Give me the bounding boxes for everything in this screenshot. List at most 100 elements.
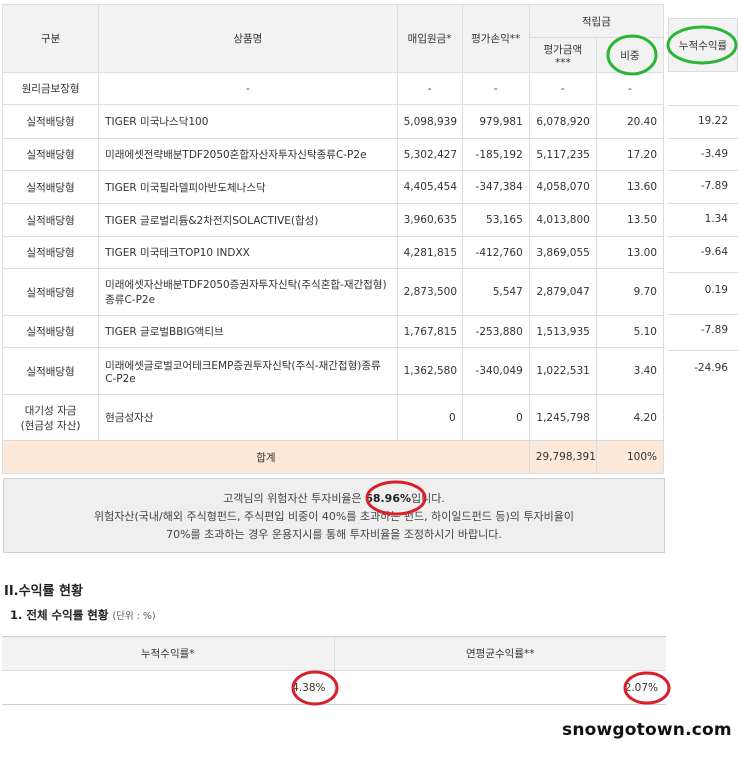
col-header-product: 상품명: [98, 4, 398, 73]
cell-product: 미래에셋전략배분TDF2050혼합자산자투자신탁종류C-P2e: [98, 138, 398, 171]
cell-product: TIGER 미국필라델피아반도체나스닥: [98, 170, 398, 204]
cell-purchase: 4,281,815: [396, 236, 463, 269]
cell-gain: 979,981: [461, 104, 530, 139]
cell-type: 원리금보장형: [1, 72, 100, 105]
cell-gain: -340,049: [461, 347, 530, 395]
table-row: 실적배당형 미래에셋자산배분TDF2050증권자투자신탁(주식혼합-재간접형)종…: [1, 268, 665, 316]
cell-type: 실적배당형: [1, 104, 100, 139]
cell-gain: 53,165: [461, 203, 530, 237]
cell-type-line1: 대기성 자금: [24, 404, 77, 417]
cell-product: 미래에셋글로벌코어테크EMP증권투자신탁(주식-재간접형)종류C-P2e: [98, 347, 398, 395]
cell-type: 실적배당형: [1, 315, 100, 348]
cell-product: -: [98, 72, 398, 105]
notice-line2: 위험자산(국내/해외 주식형펀드, 주식편입 비중이 40%를 초과하는 펀드,…: [94, 510, 574, 523]
cell-type: 실적배당형: [1, 268, 100, 316]
cum-return-cell: -9.64: [668, 236, 738, 266]
cell-product: TIGER 미국나스닥100: [98, 104, 398, 139]
notice-line1-after: 입니다.: [411, 492, 445, 505]
cell-eval-amount: 5,117,235: [528, 138, 597, 171]
annualized-return-value: 2.07%: [333, 670, 666, 705]
notice-line1: 고객님의 위험자산 투자비율은 68.96%입니다.: [4, 490, 664, 508]
cell-weight: 17.20: [595, 138, 665, 171]
table-row: 4.38% 2.07%: [2, 670, 666, 705]
cell-purchase: 1,767,815: [396, 315, 463, 348]
cell-gain: 5,547: [461, 268, 530, 316]
subsection-title: 1. 전체 수익률 현황 (단위 : %): [10, 607, 156, 623]
cell-gain: -: [461, 72, 530, 105]
cell-type: 실적배당형: [1, 138, 100, 171]
cell-purchase: -: [396, 72, 463, 105]
cell-weight: -: [595, 72, 665, 105]
cum-return-cell: 0.19: [668, 272, 738, 306]
cell-weight: 4.20: [595, 394, 665, 441]
cell-weight: 5.10: [595, 315, 665, 348]
cell-purchase: 5,098,939: [396, 104, 463, 139]
notice-line1-before: 고객님의 위험자산 투자비율은: [223, 492, 366, 505]
cum-return-cell: -3.49: [668, 138, 738, 168]
cell-product: TIGER 글로벌BBIG액티브: [98, 315, 398, 348]
col-header-gain: 평가손익**: [461, 4, 530, 73]
cell-purchase: 5,302,427: [396, 138, 463, 171]
cell-gain: -185,192: [461, 138, 530, 171]
total-label: 합계: [2, 440, 530, 474]
subsection-title-text: 1. 전체 수익률 현황: [10, 608, 109, 622]
cell-eval-amount: 3,869,055: [528, 236, 597, 269]
holdings-table: 구분 상품명 매입원금* 평가손익** 적립금 평가금액*** 비중 원리금보장…: [1, 4, 665, 474]
cell-weight: 13.00: [595, 236, 665, 269]
cell-eval-amount: 1,245,798: [528, 394, 597, 441]
cell-product: TIGER 미국테크TOP10 INDXX: [98, 236, 398, 269]
unit-label: (단위 : %): [112, 611, 156, 622]
table-row: 실적배당형 미래에셋전략배분TDF2050혼합자산자투자신탁종류C-P2e 5,…: [1, 138, 665, 171]
cell-eval-amount: 4,013,800: [528, 203, 597, 237]
risk-asset-notice: 고객님의 위험자산 투자비율은 68.96%입니다. 위험자산(국내/해외 주식…: [3, 478, 665, 553]
cell-weight: 3.40: [595, 347, 665, 395]
table-row-guaranteed: 원리금보장형 - - - - -: [1, 72, 665, 105]
cell-type: 실적배당형: [1, 347, 100, 395]
cell-eval-amount: 1,022,531: [528, 347, 597, 395]
notice-line3: 70%를 초과하는 경우 운용지시를 통해 투자비율을 조정하시기 바랍니다.: [166, 528, 502, 541]
cell-purchase: 0: [396, 394, 463, 441]
col-header-eval-amount: 평가금액***: [528, 37, 597, 73]
cell-type-line2: (현금성 자산): [20, 419, 81, 432]
cell-purchase: 2,873,500: [396, 268, 463, 316]
cell-eval-amount: 2,879,047: [528, 268, 597, 316]
cell-eval-amount: -: [528, 72, 597, 105]
col-header-cumulative: 누적수익률*: [2, 636, 334, 671]
cell-purchase: 3,960,635: [396, 203, 463, 237]
returns-table: 누적수익률* 연평균수익률** 4.38% 2.07%: [2, 636, 666, 705]
cell-type: 실적배당형: [1, 170, 100, 204]
cum-return-cell: -24.96: [668, 350, 738, 384]
table-row-cash: 대기성 자금 (현금성 자산) 현금성자산 0 0 1,245,798 4.20: [1, 394, 665, 441]
cell-type: 실적배당형: [1, 236, 100, 269]
cell-type: 실적배당형: [1, 203, 100, 237]
cell-purchase: 4,405,454: [396, 170, 463, 204]
cell-purchase: 1,362,580: [396, 347, 463, 395]
table-row: 실적배당형 TIGER 미국테크TOP10 INDXX 4,281,815 -4…: [1, 236, 665, 269]
table-row: 실적배당형 TIGER 미국나스닥100 5,098,939 979,981 6…: [1, 104, 665, 139]
cum-return-cell: 1.34: [668, 203, 738, 234]
cell-product: 현금성자산: [98, 394, 398, 441]
cum-return-cell: -7.89: [668, 314, 738, 344]
cum-return-cell: 19.22: [668, 105, 738, 135]
risk-asset-percent: 68.96%: [365, 492, 412, 505]
cell-weight: 9.70: [595, 268, 665, 316]
col-header-purchase: 매입원금*: [396, 4, 463, 73]
cell-weight: 20.40: [595, 104, 665, 139]
col-header-annualized: 연평균수익률**: [333, 636, 666, 671]
col-header-type: 구분: [1, 4, 100, 73]
cell-weight: 13.50: [595, 203, 665, 237]
cum-return-header: 누적수익률: [668, 18, 738, 72]
cell-eval-amount: 6,078,920: [528, 104, 597, 139]
total-eval-amount: 29,798,391: [528, 440, 597, 474]
watermark: snowgotown.com: [562, 720, 732, 740]
table-row: 실적배당형 TIGER 글로벌BBIG액티브 1,767,815 -253,88…: [1, 315, 665, 348]
cell-eval-amount: 4,058,070: [528, 170, 597, 204]
cumulative-return-value: 4.38%: [2, 670, 334, 705]
total-weight: 100%: [595, 440, 665, 474]
cum-return-cell: -7.89: [668, 170, 738, 201]
table-row: 실적배당형 TIGER 글로벌리튬&2차전지SOLACTIVE(합성) 3,96…: [1, 203, 665, 237]
table-row: 실적배당형 TIGER 미국필라델피아반도체나스닥 4,405,454 -347…: [1, 170, 665, 204]
col-header-weight: 비중: [595, 37, 665, 73]
cell-product: TIGER 글로벌리튬&2차전지SOLACTIVE(합성): [98, 203, 398, 237]
cell-gain: 0: [461, 394, 530, 441]
